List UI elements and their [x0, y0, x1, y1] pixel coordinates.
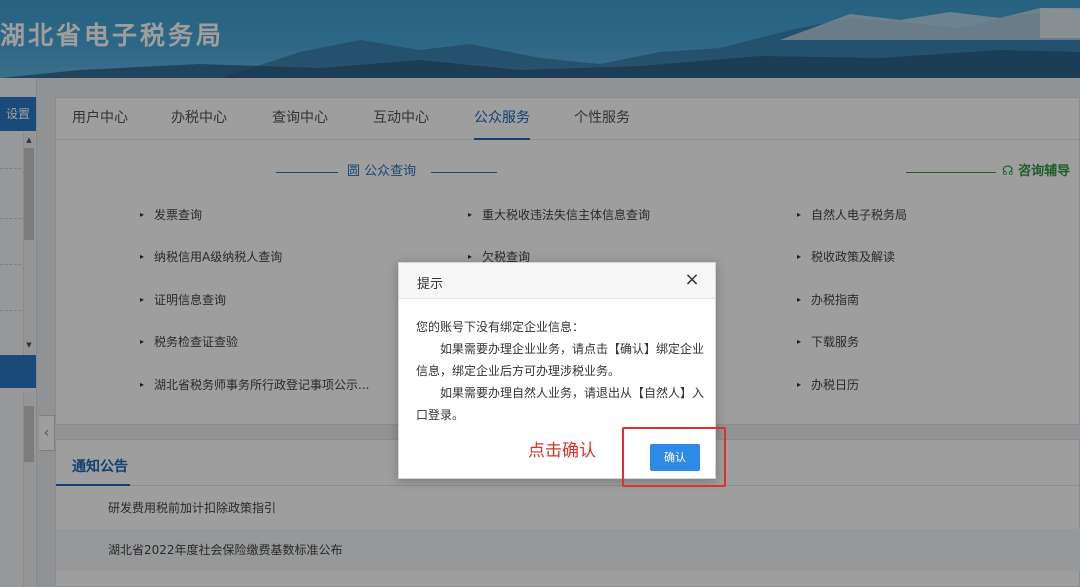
dialog-message-line: 如果需要办理企业业务，请点击【确认】绑定企业信息，绑定企业后方可办理涉税业务。 [416, 342, 705, 378]
confirm-button[interactable]: 确认 [650, 444, 700, 471]
dialog-message: 您的账号下没有绑定企业信息： 如果需要办理企业业务，请点击【确认】绑定企业信息，… [416, 316, 706, 426]
prompt-dialog: 提示 × 您的账号下没有绑定企业信息： 如果需要办理企业业务，请点击【确认】绑定… [398, 262, 726, 487]
dialog-message-line: 您的账号下没有绑定企业信息： [416, 320, 585, 334]
dialog-header: 提示 × [399, 263, 715, 299]
close-icon[interactable]: × [681, 269, 703, 291]
dialog-title: 提示 [417, 277, 444, 292]
dialog-message-line: 如果需要办理自然人业务，请退出从【自然人】入口登录。 [416, 386, 705, 422]
annotation-label: 点击确认 [528, 441, 596, 461]
